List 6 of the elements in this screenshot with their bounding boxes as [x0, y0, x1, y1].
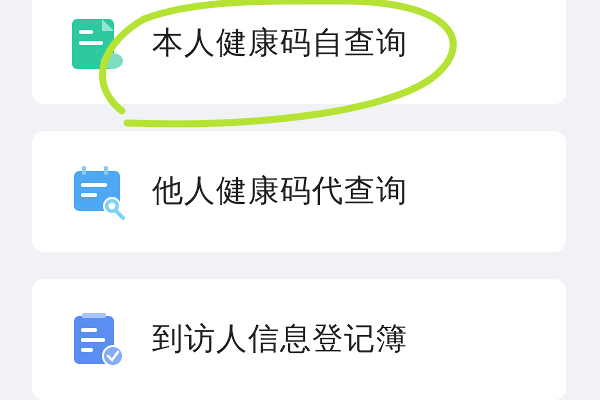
menu-label: 他人健康码代查询 — [152, 172, 408, 212]
menu-card[interactable]: 到访人信息登记簿 — [32, 279, 566, 400]
menu-label: 本人健康码自查询 — [152, 24, 408, 64]
menu-label: 到访人信息登记簿 — [152, 320, 408, 360]
menu-card[interactable]: 本人健康码自查询 — [32, 0, 566, 104]
menu-card[interactable]: 他人健康码代查询 — [32, 131, 566, 252]
